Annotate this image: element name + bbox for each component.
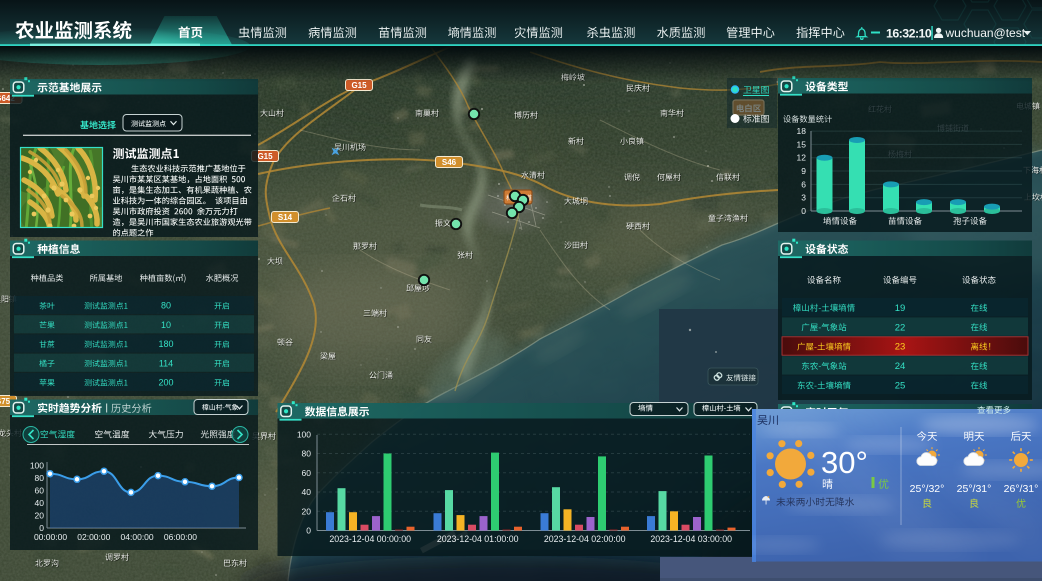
svg-text:3: 3 bbox=[801, 193, 806, 203]
svg-text:19: 19 bbox=[895, 303, 906, 314]
svg-text:6: 6 bbox=[801, 179, 806, 189]
svg-text:25°/31°: 25°/31° bbox=[957, 483, 992, 495]
svg-text:S14: S14 bbox=[278, 213, 293, 222]
svg-text:80: 80 bbox=[302, 449, 312, 459]
svg-text:25: 25 bbox=[895, 381, 906, 392]
svg-text:G15: G15 bbox=[351, 81, 367, 90]
svg-text:G15: G15 bbox=[257, 152, 273, 161]
svg-text:2023-12-04 00:00:00: 2023-12-04 00:00:00 bbox=[329, 534, 411, 544]
svg-text:20: 20 bbox=[35, 511, 45, 521]
svg-text:80: 80 bbox=[161, 301, 171, 311]
svg-text:24: 24 bbox=[895, 361, 906, 372]
svg-text:0: 0 bbox=[306, 526, 311, 536]
svg-text:200: 200 bbox=[158, 378, 173, 388]
svg-text:15: 15 bbox=[797, 139, 807, 149]
svg-text:00:00:00: 00:00:00 bbox=[34, 532, 67, 542]
svg-text:60: 60 bbox=[302, 468, 312, 478]
svg-text:40: 40 bbox=[35, 498, 45, 508]
svg-text:06:00:00: 06:00:00 bbox=[164, 532, 197, 542]
svg-text:60: 60 bbox=[35, 486, 45, 496]
svg-text:180: 180 bbox=[158, 339, 173, 349]
svg-text:S46: S46 bbox=[442, 158, 457, 167]
svg-text:04:00:00: 04:00:00 bbox=[121, 532, 154, 542]
svg-text:0: 0 bbox=[801, 206, 806, 216]
svg-text:wuchuan@test: wuchuan@test bbox=[945, 26, 1026, 40]
svg-text:25°/32°: 25°/32° bbox=[910, 483, 945, 495]
svg-text:10: 10 bbox=[161, 320, 171, 330]
svg-text:100: 100 bbox=[297, 429, 311, 439]
svg-text:2023-12-04 01:00:00: 2023-12-04 01:00:00 bbox=[437, 534, 519, 544]
svg-text:100: 100 bbox=[30, 461, 44, 471]
svg-text:114: 114 bbox=[159, 358, 173, 368]
svg-text:02:00:00: 02:00:00 bbox=[77, 532, 110, 542]
svg-text:2023-12-04 02:00:00: 2023-12-04 02:00:00 bbox=[544, 534, 626, 544]
svg-text:20: 20 bbox=[302, 506, 312, 516]
svg-text:26°/31°: 26°/31° bbox=[1004, 483, 1039, 495]
svg-text:16:32:10: 16:32:10 bbox=[886, 27, 932, 41]
svg-text:22: 22 bbox=[895, 322, 906, 333]
svg-text:18: 18 bbox=[797, 126, 807, 136]
svg-text:40: 40 bbox=[302, 487, 312, 497]
svg-text:2023-12-04 03:00:00: 2023-12-04 03:00:00 bbox=[650, 534, 732, 544]
svg-text:30°: 30° bbox=[821, 445, 868, 480]
svg-text:9: 9 bbox=[801, 166, 806, 176]
svg-text:23: 23 bbox=[895, 342, 906, 353]
svg-text:!: ! bbox=[989, 342, 992, 352]
svg-text:80: 80 bbox=[35, 473, 45, 483]
svg-text:S75: S75 bbox=[0, 397, 11, 406]
svg-text:12: 12 bbox=[797, 153, 807, 163]
